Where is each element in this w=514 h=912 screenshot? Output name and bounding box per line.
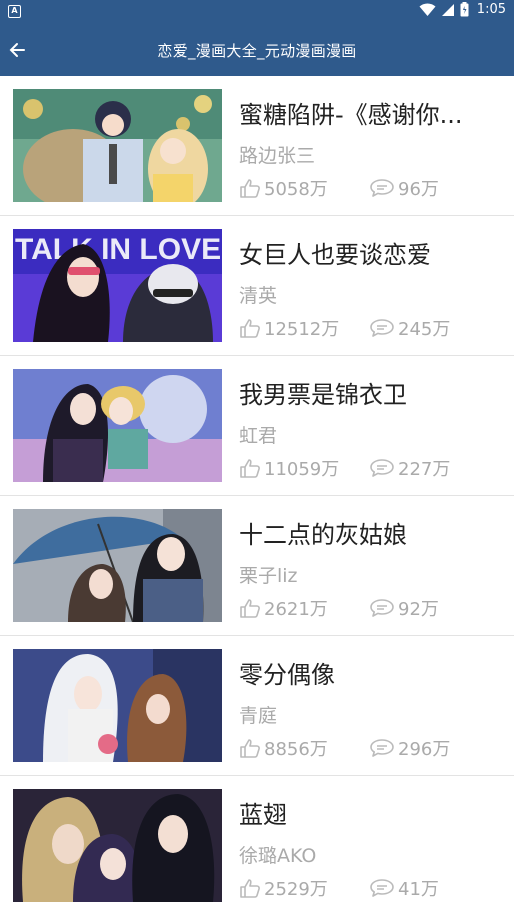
list-item[interactable]: 零分偶像 青庭 8856万 296万	[0, 636, 514, 776]
comic-author: 青庭	[239, 705, 278, 727]
thumbs-up-icon	[240, 459, 260, 478]
comic-cover-image[interactable]	[13, 509, 222, 622]
battery-icon	[460, 2, 469, 17]
comments-stat: 92万	[369, 595, 439, 621]
comic-cover-image[interactable]: TALK IN LOVE	[13, 229, 222, 342]
likes-count: 2621万	[264, 599, 328, 620]
list-item[interactable]: 蜜糖陷阱-《感谢你... 路边张三 5058万 96万	[0, 76, 514, 216]
comic-author: 栗子liz	[239, 565, 298, 587]
comic-title[interactable]: 蓝翅	[239, 795, 501, 830]
comments-count: 96万	[398, 179, 439, 200]
page-title: 恋爱_漫画大全_元动漫画漫画	[157, 42, 357, 60]
comic-author: 徐璐AKO	[239, 845, 317, 867]
comic-title[interactable]: 女巨人也要谈恋爱	[239, 235, 501, 270]
comic-title[interactable]: 我男票是锦衣卫	[239, 375, 501, 410]
comments-count: 41万	[398, 879, 439, 900]
comment-icon	[370, 739, 394, 757]
comic-author: 虹君	[239, 425, 278, 447]
comment-icon	[370, 879, 394, 897]
thumbs-up-icon	[240, 879, 260, 898]
comic-cover-image[interactable]	[13, 789, 222, 902]
comments-count: 92万	[398, 599, 439, 620]
comments-count: 245万	[398, 319, 451, 340]
comic-cover-image[interactable]	[13, 649, 222, 762]
likes-count: 12512万	[264, 319, 340, 340]
status-bar: A 1:05	[0, 0, 514, 24]
comment-icon	[370, 459, 394, 477]
likes-count: 8856万	[264, 739, 328, 760]
app-bar: 恋爱_漫画大全_元动漫画漫画	[0, 24, 514, 76]
likes-count: 2529万	[264, 879, 328, 900]
likes-stat: 2621万	[239, 595, 369, 621]
comments-count: 227万	[398, 459, 451, 480]
comic-list: 蜜糖陷阱-《感谢你... 路边张三 5058万 96万 TALK IN LOVE…	[0, 76, 514, 912]
comments-stat: 245万	[369, 315, 450, 341]
notification-icon: A	[8, 5, 21, 18]
list-item[interactable]: 蓝翅 徐璐AKO 2529万 41万	[0, 776, 514, 912]
thumbs-up-icon	[240, 319, 260, 338]
thumbs-up-icon	[240, 599, 260, 618]
comments-stat: 296万	[369, 735, 450, 761]
likes-stat: 5058万	[239, 175, 369, 201]
comments-count: 296万	[398, 739, 451, 760]
likes-count: 11059万	[264, 459, 340, 480]
list-item[interactable]: 十二点的灰姑娘 栗子liz 2621万 92万	[0, 496, 514, 636]
comic-title[interactable]: 零分偶像	[239, 655, 501, 690]
likes-stat: 2529万	[239, 875, 369, 901]
likes-stat: 12512万	[239, 315, 369, 341]
comic-author: 清英	[239, 285, 278, 307]
comic-title[interactable]: 十二点的灰姑娘	[239, 515, 501, 550]
list-item[interactable]: TALK IN LOVE 女巨人也要谈恋爱 清英 12512万 245万	[0, 216, 514, 356]
comments-stat: 96万	[369, 175, 439, 201]
thumbs-up-icon	[240, 739, 260, 758]
comic-title[interactable]: 蜜糖陷阱-《感谢你...	[239, 95, 501, 130]
comment-icon	[370, 599, 394, 617]
comic-author: 路边张三	[239, 145, 316, 167]
comments-stat: 227万	[369, 455, 450, 481]
comic-cover-image[interactable]	[13, 89, 222, 202]
likes-stat: 11059万	[239, 455, 369, 481]
comment-icon	[370, 319, 394, 337]
thumbs-up-icon	[240, 179, 260, 198]
comic-cover-image[interactable]	[13, 369, 222, 482]
wifi-icon	[419, 3, 436, 16]
list-item[interactable]: 我男票是锦衣卫 虹君 11059万 227万	[0, 356, 514, 496]
status-time: 1:05	[476, 2, 506, 17]
signal-icon	[441, 3, 454, 16]
likes-stat: 8856万	[239, 735, 369, 761]
likes-count: 5058万	[264, 179, 328, 200]
comments-stat: 41万	[369, 875, 439, 901]
cover-text: TALK IN LOVE	[15, 233, 221, 266]
comment-icon	[370, 179, 394, 197]
